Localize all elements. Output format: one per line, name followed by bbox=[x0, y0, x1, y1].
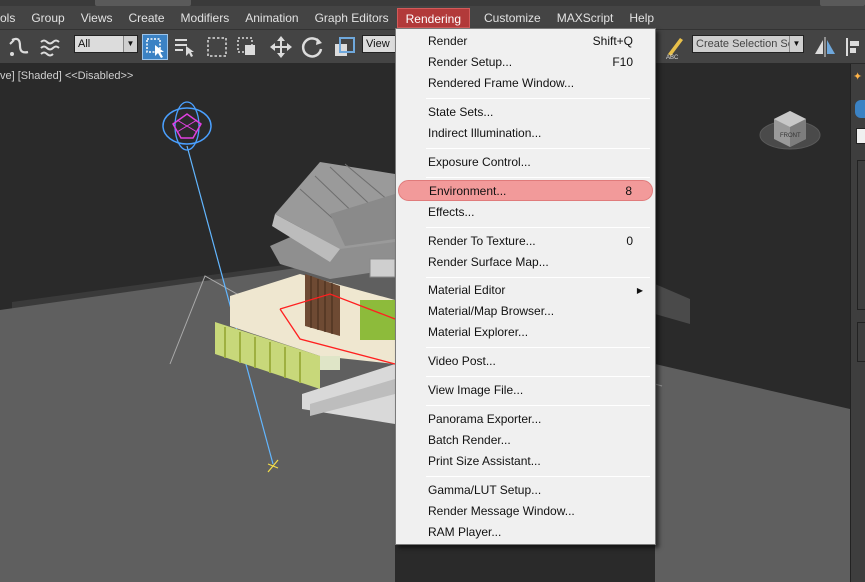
rollout-frame bbox=[857, 160, 865, 310]
select-and-move-icon[interactable] bbox=[268, 34, 294, 60]
menu-item-exposure-control[interactable]: Exposure Control... bbox=[398, 152, 653, 173]
menu-item-material-editor[interactable]: Material Editor ▶ bbox=[398, 280, 653, 301]
menu-separator bbox=[426, 177, 650, 178]
menu-separator bbox=[426, 476, 650, 477]
menu-item-state-sets[interactable]: State Sets... bbox=[398, 102, 653, 123]
selection-filter-value: All bbox=[78, 38, 91, 50]
create-tab-icon[interactable]: ✦ bbox=[853, 70, 865, 84]
menu-item-render-surface-map[interactable]: Render Surface Map... bbox=[398, 252, 653, 273]
menu-item-indirect-illumination[interactable]: Indirect Illumination... bbox=[398, 123, 653, 144]
selection-filter-dropdown[interactable]: All ▼ bbox=[74, 35, 138, 53]
light-gizmo bbox=[162, 101, 212, 151]
menu-item-render-setup[interactable]: Render Setup... F10 bbox=[398, 52, 653, 73]
svg-text:FRONT: FRONT bbox=[780, 133, 801, 139]
menu-item-render[interactable]: Render Shift+Q bbox=[398, 31, 653, 52]
menu-tools[interactable]: ols bbox=[0, 8, 23, 28]
menu-item-video-post[interactable]: Video Post... bbox=[398, 351, 653, 372]
select-object-icon[interactable] bbox=[142, 34, 168, 60]
menu-customize[interactable]: Customize bbox=[476, 8, 549, 28]
chevron-down-icon: ▼ bbox=[789, 36, 803, 52]
viewport-label[interactable]: ve] [Shaded] <<Disabled>> bbox=[0, 70, 133, 82]
menu-item-render-to-texture[interactable]: Render To Texture... 0 bbox=[398, 231, 653, 252]
rollout-frame bbox=[857, 322, 865, 362]
viewcube-icon: FRONT bbox=[759, 111, 821, 150]
edit-named-selection-icon[interactable]: ABC bbox=[662, 34, 688, 60]
menu-item-print-size-assistant[interactable]: Print Size Assistant... bbox=[398, 451, 653, 472]
menu-help[interactable]: Help bbox=[621, 8, 662, 28]
menu-modifiers[interactable]: Modifiers bbox=[173, 8, 238, 28]
menu-item-environment[interactable]: Environment... 8 bbox=[398, 180, 653, 201]
submenu-arrow-icon: ▶ bbox=[636, 286, 643, 295]
menu-separator bbox=[426, 277, 650, 278]
menu-views[interactable]: Views bbox=[73, 8, 121, 28]
select-and-scale-icon[interactable] bbox=[332, 34, 358, 60]
menu-rendering[interactable]: Rendering bbox=[396, 7, 471, 28]
window-crossing-icon[interactable] bbox=[234, 34, 260, 60]
rendering-menu: Render Shift+Q Render Setup... F10 Rende… bbox=[395, 28, 656, 545]
command-panel: ✦ bbox=[850, 64, 865, 582]
reference-coordinate-dropdown[interactable]: View bbox=[362, 35, 396, 53]
object-type-field[interactable] bbox=[856, 128, 865, 144]
menu-item-panorama-exporter[interactable]: Panorama Exporter... bbox=[398, 409, 653, 430]
menu-separator bbox=[426, 227, 650, 228]
select-by-name-icon[interactable] bbox=[172, 34, 198, 60]
menu-bar: ols Group Views Create Modifiers Animati… bbox=[0, 6, 865, 30]
menu-item-view-image-file[interactable]: View Image File... bbox=[398, 380, 653, 401]
geometry-category-icon[interactable] bbox=[855, 100, 865, 118]
menu-graph-editors[interactable]: Graph Editors bbox=[307, 8, 397, 28]
menu-item-rendered-frame-window[interactable]: Rendered Frame Window... bbox=[398, 73, 653, 94]
menu-separator bbox=[426, 148, 650, 149]
menu-group[interactable]: Group bbox=[23, 8, 72, 28]
menu-maxscript[interactable]: MAXScript bbox=[549, 8, 622, 28]
named-selection-set-dropdown[interactable]: Create Selection Se ▼ bbox=[692, 35, 804, 53]
select-and-link-icon[interactable] bbox=[6, 34, 32, 60]
rectangular-selection-icon[interactable] bbox=[204, 34, 230, 60]
menu-item-gamma-lut-setup[interactable]: Gamma/LUT Setup... bbox=[398, 480, 653, 501]
svg-text:ABC: ABC bbox=[666, 55, 679, 60]
menu-separator bbox=[426, 347, 650, 348]
menu-item-render-message-window[interactable]: Render Message Window... bbox=[398, 501, 653, 522]
menu-item-ram-player[interactable]: RAM Player... bbox=[398, 522, 653, 543]
menu-item-effects[interactable]: Effects... bbox=[398, 202, 653, 223]
menu-item-material-explorer[interactable]: Material Explorer... bbox=[398, 322, 653, 343]
menu-separator bbox=[426, 405, 650, 406]
menu-separator bbox=[426, 98, 650, 99]
select-and-rotate-icon[interactable] bbox=[300, 34, 326, 60]
align-icon[interactable] bbox=[842, 34, 865, 60]
bind-to-space-warp-icon[interactable] bbox=[38, 34, 64, 60]
named-selection-set-value: Create Selection Se bbox=[696, 38, 794, 50]
menu-create[interactable]: Create bbox=[121, 8, 173, 28]
reference-coordinate-value: View bbox=[366, 38, 390, 50]
mirror-icon[interactable] bbox=[812, 34, 838, 60]
menu-separator bbox=[426, 376, 650, 377]
menu-item-batch-render[interactable]: Batch Render... bbox=[398, 430, 653, 451]
app-window: ols Group Views Create Modifiers Animati… bbox=[0, 0, 865, 582]
menu-animation[interactable]: Animation bbox=[237, 8, 306, 28]
chevron-down-icon: ▼ bbox=[123, 36, 137, 52]
menu-item-material-map-browser[interactable]: Material/Map Browser... bbox=[398, 301, 653, 322]
